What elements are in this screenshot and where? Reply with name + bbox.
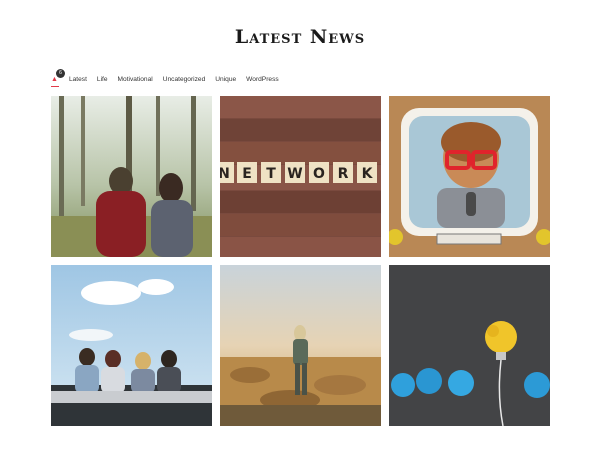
svg-text:T: T (266, 166, 276, 182)
network-tiles-image: N E T W O R K (220, 96, 381, 257)
svg-text:K: K (362, 166, 374, 182)
post-count-badge: 6 (56, 69, 65, 78)
svg-text:N: N (220, 166, 230, 182)
kid-tv-frame-image (389, 96, 550, 257)
hiker-landscape-image (220, 265, 381, 426)
svg-text:R: R (338, 166, 349, 182)
section-title: Latest News (234, 26, 366, 48)
filter-all[interactable]: ▲ 6 (51, 69, 65, 87)
svg-text:O: O (313, 166, 325, 182)
svg-text:W: W (287, 166, 302, 182)
filter-unique[interactable]: Unique (210, 74, 241, 86)
news-post-4[interactable] (51, 265, 212, 426)
news-post-5[interactable] (220, 265, 381, 426)
news-post-6[interactable] (389, 265, 550, 426)
filter-latest[interactable]: Latest (64, 74, 92, 86)
convertible-friends-image (51, 265, 212, 426)
svg-text:E: E (242, 166, 252, 182)
paper-lightbulb-image (389, 265, 550, 426)
news-post-3[interactable] (389, 96, 550, 257)
news-post-2[interactable]: N E T W O R K (220, 96, 381, 257)
filter-life[interactable]: Life (92, 74, 113, 86)
category-filter-bar: ▲ 6 Latest Life Motivational Uncategoriz… (51, 69, 284, 87)
filter-motivational[interactable]: Motivational (113, 74, 158, 86)
active-filter-underline (51, 86, 59, 87)
news-post-1[interactable] (51, 96, 212, 257)
filter-wordpress[interactable]: WordPress (241, 74, 284, 86)
forest-couple-image (51, 96, 212, 257)
filter-uncategorized[interactable]: Uncategorized (158, 74, 211, 86)
